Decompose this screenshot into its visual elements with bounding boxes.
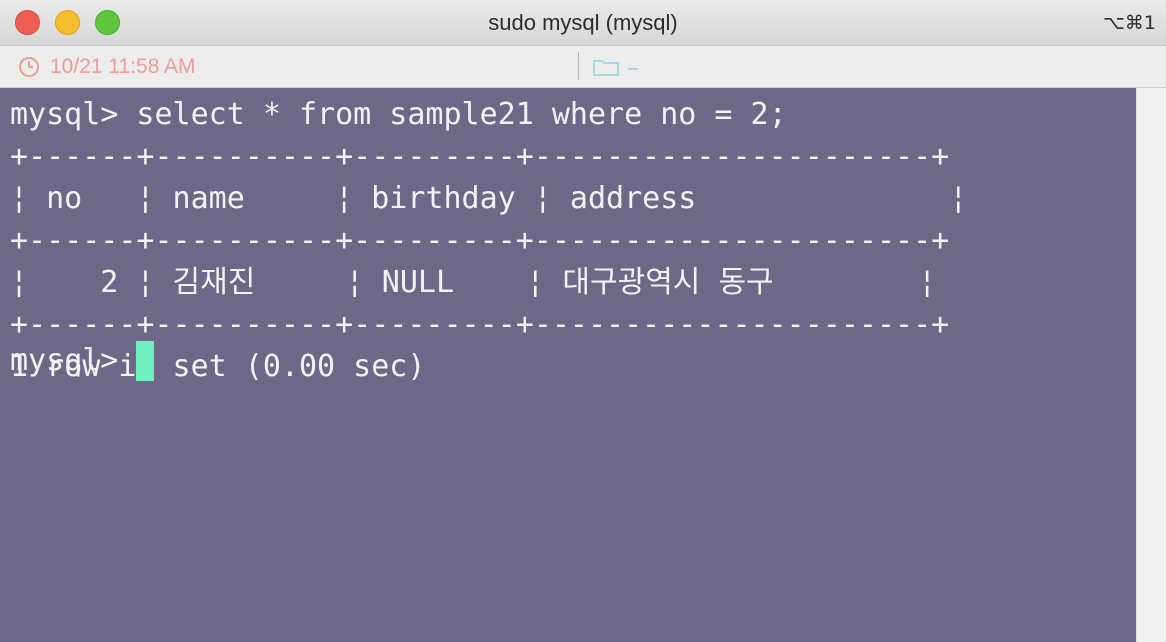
table-border-bottom: +------+----------+---------+-----------…: [10, 307, 950, 342]
window-shortcut: ⌥⌘1: [1103, 12, 1156, 34]
clock-icon: [19, 57, 39, 77]
text-cursor: [136, 341, 155, 381]
terminal-output[interactable]: mysql> select * from sample21 where no =…: [0, 88, 1136, 642]
info-divider: [578, 52, 579, 80]
prompt-line[interactable]: mysql>: [10, 340, 155, 382]
session-timestamp: 10/21 11:58 AM: [50, 55, 196, 78]
terminal-line-result: 1 row in set (0.00 sec): [10, 349, 426, 384]
window-title: sudo mysql (mysql): [488, 10, 678, 35]
scrollbar-track[interactable]: [1136, 88, 1166, 642]
terminal-window: sudo mysql (mysql) ⌥⌘1 10/21 11:58 AM my…: [0, 0, 1166, 642]
title-bar[interactable]: sudo mysql (mysql) ⌥⌘1: [0, 0, 1166, 46]
table-border-header: +------+----------+---------+-----------…: [10, 223, 950, 258]
prompt-text: mysql>: [10, 343, 137, 378]
folder-icon[interactable]: [593, 56, 643, 78]
session-info-bar: 10/21 11:58 AM: [0, 46, 1166, 88]
table-border-top: +------+----------+---------+-----------…: [10, 139, 950, 174]
table-header-row: ¦ no ¦ name ¦ birthday ¦ address ¦: [10, 181, 968, 216]
terminal-line-command: mysql> select * from sample21 where no =…: [10, 97, 787, 132]
table-data-row: ¦ 2 ¦ 김재진 ¦ NULL ¦ 대구광역시 동구 ¦: [10, 265, 937, 300]
